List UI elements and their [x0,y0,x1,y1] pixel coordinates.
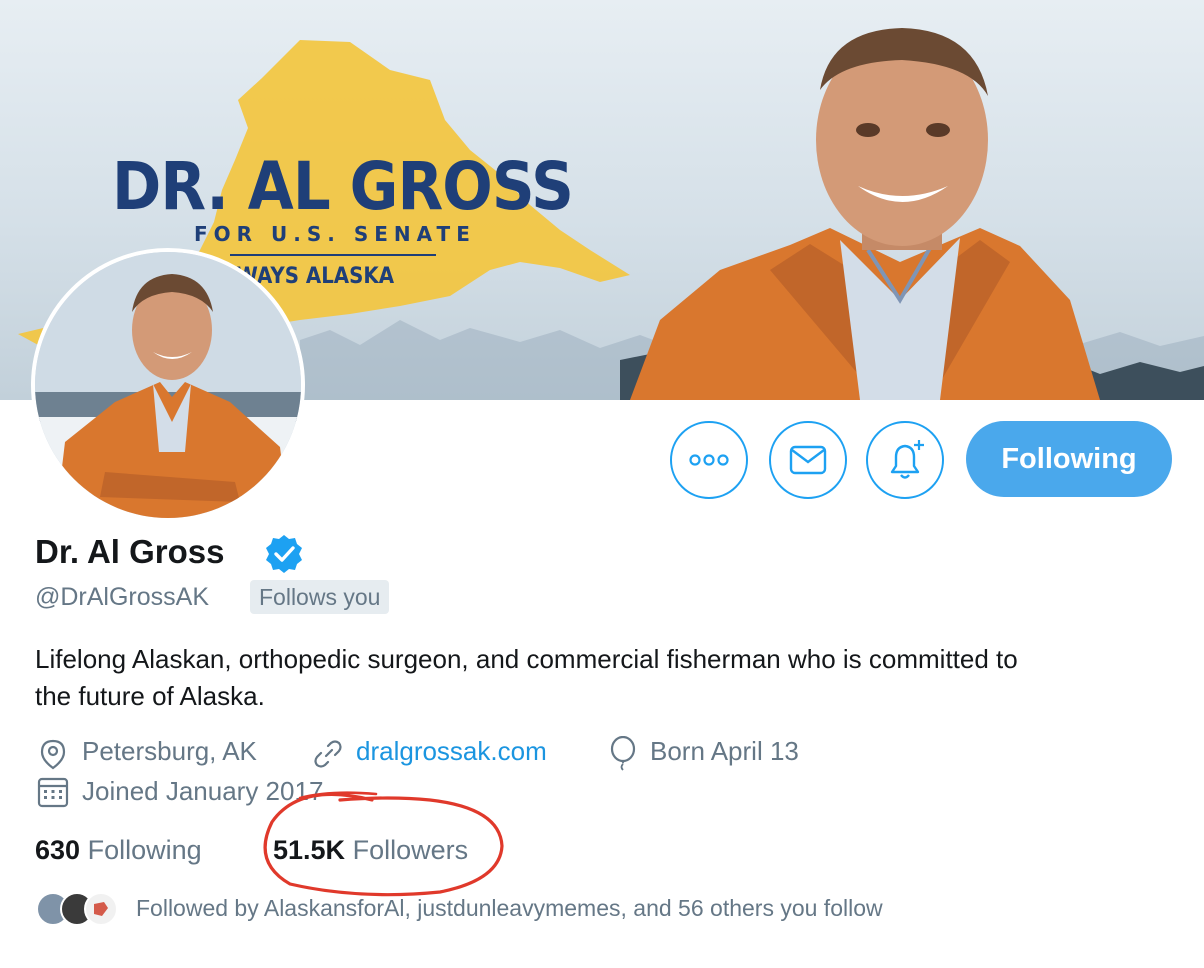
banner-divider [230,254,436,256]
following-count: 630 [35,835,81,865]
more-options-button[interactable] [670,421,748,499]
followed-by-text[interactable]: Followed by AlaskansforAl, justdunleavym… [136,895,883,922]
calendar-icon [37,777,69,808]
profile-location: Petersburg, AK [82,736,257,766]
profile-handle: @DrAlGrossAK [35,583,210,611]
location-pin-icon [40,739,66,770]
message-button[interactable] [769,421,847,499]
envelope-icon [789,445,827,475]
following-button[interactable]: Following [966,421,1172,497]
followers-count: 51.5K [273,835,346,865]
followed-by-avatars[interactable] [36,892,118,928]
banner-portrait-graphic [630,28,1100,400]
banner-title: DR. AL GROSS [112,148,574,225]
profile-bio: Lifelong Alaskan, orthopedic surgeon, an… [35,644,1018,711]
profile-birthday: Born April 13 [650,736,799,766]
link-icon [314,740,342,768]
followers-label: Followers [352,835,469,865]
profile-name: Dr. Al Gross [35,533,225,570]
profile-page: DR. AL GROSS FOR U.S. SENATE WAYS ALASKA [0,0,1204,968]
banner-subtitle: FOR U.S. SENATE [194,222,476,246]
notifications-button[interactable] [866,421,944,499]
profile-avatar[interactable] [31,248,305,522]
more-horizontal-icon [689,454,729,466]
profile-website-link[interactable]: dralgrossak.com [356,736,547,767]
follows-you-badge: Follows you [250,580,390,614]
followers-stat-link[interactable]: 51.5K Followers [273,835,468,866]
profile-joined-date: Joined January 2017 [82,776,324,806]
balloon-icon [610,736,636,771]
bell-plus-icon [890,440,924,479]
verified-badge-icon [266,535,302,573]
following-stat-link[interactable]: 630 Following [35,835,202,866]
following-label: Following [87,835,202,865]
follower-avatar [84,892,118,926]
